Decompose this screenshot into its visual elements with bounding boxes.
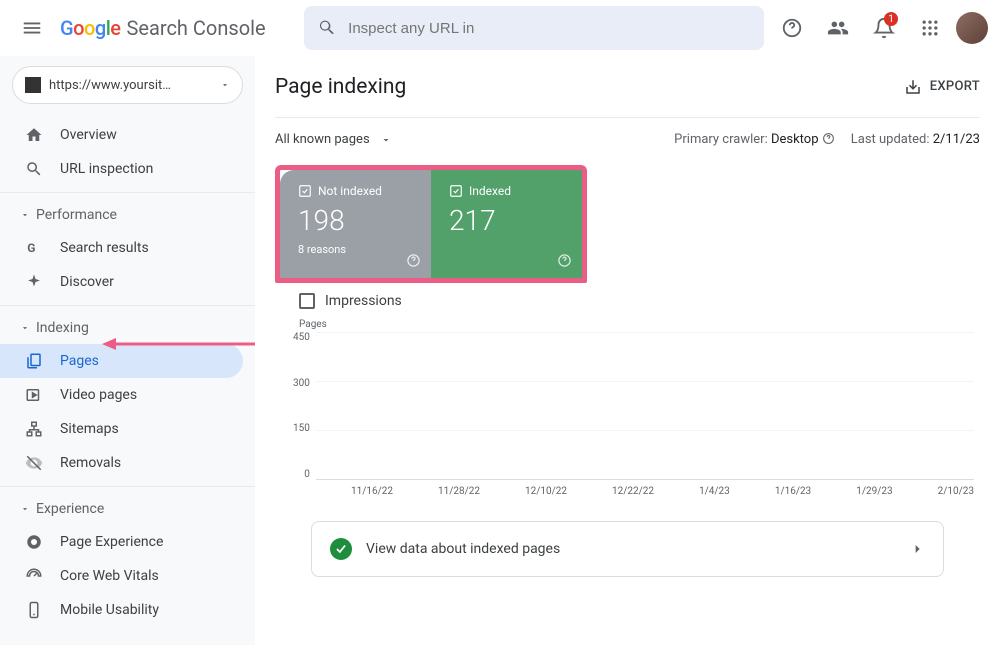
chart-ylabel: Pages bbox=[299, 319, 974, 330]
nav-performance-heading[interactable]: Performance bbox=[0, 199, 255, 231]
google-logo[interactable]: Google Search Console bbox=[60, 16, 266, 40]
y-axis: 4503001500 bbox=[293, 332, 316, 480]
search-input[interactable] bbox=[348, 20, 750, 37]
nav-experience-heading[interactable]: Experience bbox=[0, 493, 255, 525]
nav-core-web-vitals[interactable]: Core Web Vitals bbox=[0, 559, 243, 593]
chevron-down-icon bbox=[20, 210, 30, 220]
nav-page-experience[interactable]: Page Experience bbox=[0, 525, 243, 559]
nav-sitemaps[interactable]: Sitemaps bbox=[0, 412, 243, 446]
chevron-down-icon bbox=[20, 504, 30, 514]
nav-search-results[interactable]: G Search results bbox=[0, 231, 243, 265]
check-circle-icon bbox=[330, 538, 352, 560]
nav-label: URL inspection bbox=[60, 161, 153, 177]
checkbox-checked-icon bbox=[298, 184, 312, 198]
impressions-label: Impressions bbox=[325, 293, 402, 309]
nav-discover[interactable]: Discover bbox=[0, 265, 243, 299]
svg-text:G: G bbox=[27, 241, 35, 255]
nav-pages[interactable]: Pages bbox=[0, 344, 243, 378]
view-data-label: View data about indexed pages bbox=[366, 541, 895, 557]
notification-badge: 1 bbox=[884, 12, 898, 26]
chevron-right-icon bbox=[909, 541, 925, 557]
notifications-button[interactable]: 1 bbox=[864, 8, 904, 48]
sitemap-icon bbox=[24, 419, 44, 439]
nav-label: Sitemaps bbox=[60, 421, 119, 437]
property-url: https://www.yoursit… bbox=[49, 78, 212, 93]
nav-label: Mobile Usability bbox=[60, 602, 159, 618]
help-icon[interactable] bbox=[822, 132, 835, 145]
people-button[interactable] bbox=[818, 8, 858, 48]
nav-label: Video pages bbox=[60, 387, 137, 403]
page-filter[interactable]: All known pages bbox=[275, 132, 392, 147]
property-selector[interactable]: https://www.yoursit… bbox=[12, 66, 243, 104]
primary-crawler: Primary crawler: Desktop bbox=[674, 132, 835, 147]
apps-button[interactable] bbox=[910, 8, 950, 48]
product-name: Search Console bbox=[127, 16, 266, 40]
indexing-chart: Pages 4503001500 11/16/2211/28/2212/10/2… bbox=[275, 315, 980, 497]
help-icon[interactable] bbox=[557, 253, 572, 268]
nav-label: Pages bbox=[60, 353, 99, 369]
nav-removals[interactable]: Removals bbox=[0, 446, 243, 480]
nav-label: Search results bbox=[60, 240, 149, 256]
circle-icon bbox=[24, 532, 44, 552]
search-icon bbox=[318, 18, 337, 38]
index-summary-cards: Not indexed 198 8 reasons Indexed 217 bbox=[275, 165, 587, 283]
nav-label: Removals bbox=[60, 455, 121, 471]
nav-mobile-usability[interactable]: Mobile Usability bbox=[0, 593, 243, 627]
nav-label: Discover bbox=[60, 274, 114, 290]
removals-icon bbox=[24, 453, 44, 473]
indexed-card[interactable]: Indexed 217 bbox=[431, 170, 582, 278]
nav-label: Core Web Vitals bbox=[60, 568, 159, 584]
nav-label: Overview bbox=[60, 127, 117, 143]
help-icon[interactable] bbox=[406, 253, 421, 268]
discover-icon bbox=[24, 272, 44, 292]
impressions-checkbox[interactable] bbox=[299, 293, 315, 309]
google-g-icon: G bbox=[24, 238, 44, 258]
checkbox-checked-icon bbox=[449, 184, 463, 198]
property-favicon bbox=[25, 77, 41, 93]
main-content: Page indexing EXPORT All known pages Pri… bbox=[255, 56, 1000, 645]
sidebar: https://www.yoursit… Overview URL inspec… bbox=[0, 56, 255, 645]
indexed-count: 217 bbox=[449, 204, 564, 237]
chevron-down-icon bbox=[220, 80, 230, 90]
speed-icon bbox=[24, 566, 44, 586]
not-indexed-count: 198 bbox=[298, 204, 413, 237]
account-avatar[interactable] bbox=[956, 12, 988, 44]
page-title: Page indexing bbox=[275, 75, 406, 99]
last-updated: Last updated: 2/11/23 bbox=[851, 132, 980, 147]
nav-video-pages[interactable]: Video pages bbox=[0, 378, 243, 412]
video-icon bbox=[24, 385, 44, 405]
nav-label: Page Experience bbox=[60, 534, 163, 550]
menu-button[interactable] bbox=[12, 8, 52, 48]
chevron-down-icon bbox=[380, 134, 392, 146]
url-inspect-search[interactable] bbox=[304, 6, 764, 50]
not-indexed-card[interactable]: Not indexed 198 8 reasons bbox=[280, 170, 431, 278]
home-icon bbox=[24, 125, 44, 145]
download-icon bbox=[904, 78, 922, 96]
help-button[interactable] bbox=[772, 8, 812, 48]
not-indexed-reasons: 8 reasons bbox=[298, 243, 413, 256]
view-indexed-data-card[interactable]: View data about indexed pages bbox=[311, 521, 944, 577]
search-icon bbox=[24, 159, 44, 179]
nav-overview[interactable]: Overview bbox=[0, 118, 243, 152]
chart-bars-area bbox=[316, 332, 974, 480]
nav-url-inspection[interactable]: URL inspection bbox=[0, 152, 243, 186]
mobile-icon bbox=[24, 600, 44, 620]
pages-icon bbox=[24, 351, 44, 371]
x-axis: 11/16/2211/28/2212/10/2212/22/221/4/231/… bbox=[293, 480, 974, 497]
export-button[interactable]: EXPORT bbox=[904, 78, 980, 96]
nav-indexing-heading[interactable]: Indexing bbox=[0, 312, 255, 344]
chevron-down-icon bbox=[20, 323, 30, 333]
